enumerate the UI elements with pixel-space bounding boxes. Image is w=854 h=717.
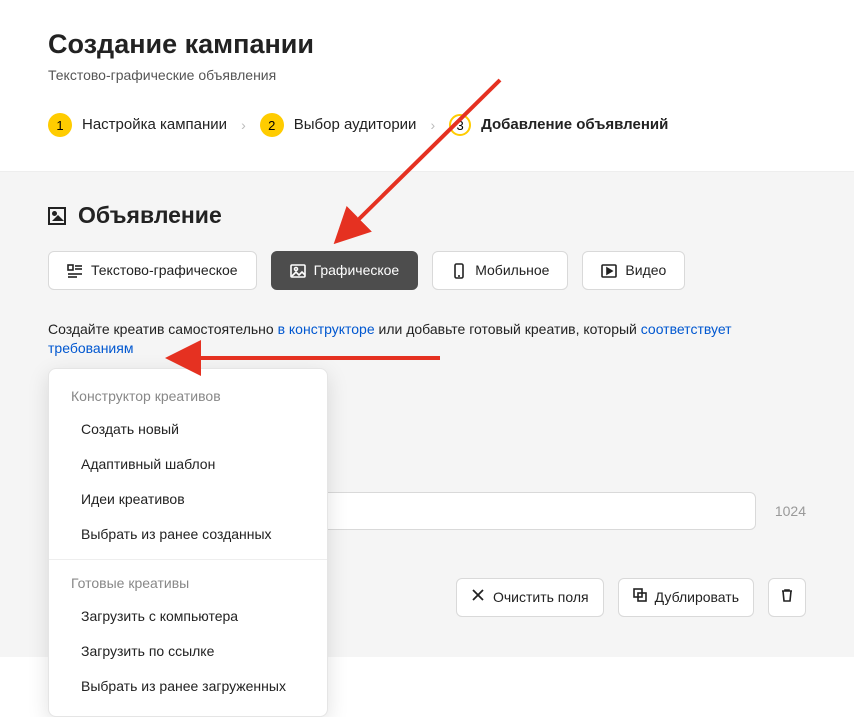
menu-item-create-new[interactable]: Создать новый	[49, 412, 327, 447]
menu-item-ideas[interactable]: Идеи креативов	[49, 482, 327, 517]
page-title: Создание кампании	[48, 26, 806, 62]
menu-item-adaptive-template[interactable]: Адаптивный шаблон	[49, 447, 327, 482]
page-subtitle: Текстово-графические объявления	[48, 66, 806, 85]
tab-label: Мобильное	[475, 261, 549, 280]
duplicate-button[interactable]: Дублировать	[618, 578, 754, 617]
helper-text-part: Создайте креатив самостоятельно	[48, 321, 278, 337]
helper-text: Создайте креатив самостоятельно в констр…	[48, 320, 806, 358]
tab-graphic[interactable]: Графическое	[271, 251, 419, 290]
add-dropdown-menu: Конструктор креативов Создать новый Адап…	[48, 368, 328, 717]
tab-label: Графическое	[314, 261, 400, 280]
step-label: Добавление объявлений	[481, 115, 668, 135]
tab-label: Видео	[625, 261, 666, 280]
ad-type-tabs: Текстово-графическое Графическое Мобильн…	[48, 251, 806, 290]
chevron-right-icon: ›	[430, 116, 435, 135]
picture-icon	[290, 263, 306, 279]
image-icon	[48, 207, 66, 225]
menu-divider	[49, 559, 327, 560]
list-icon	[67, 263, 83, 279]
tab-text-graphic[interactable]: Текстово-графическое	[48, 251, 257, 290]
trash-icon	[780, 588, 794, 607]
step-label: Выбор аудитории	[294, 115, 417, 135]
step-number: 3	[449, 114, 471, 136]
menu-item-upload-url[interactable]: Загрузить по ссылке	[49, 634, 327, 669]
play-icon	[601, 263, 617, 279]
step-number: 2	[260, 113, 284, 137]
step-3[interactable]: 3 Добавление объявлений	[449, 114, 668, 136]
helper-link-constructor[interactable]: в конструкторе	[278, 321, 375, 337]
tab-video[interactable]: Видео	[582, 251, 685, 290]
stepper: 1 Настройка кампании › 2 Выбор аудитории…	[48, 113, 806, 137]
char-counter: 1024	[775, 502, 806, 521]
tab-mobile[interactable]: Мобильное	[432, 251, 568, 290]
copy-icon	[633, 588, 647, 607]
menu-group-title: Готовые креативы	[49, 568, 327, 599]
menu-item-from-created[interactable]: Выбрать из ранее созданных	[49, 517, 327, 552]
menu-item-from-uploaded[interactable]: Выбрать из ранее загруженных	[49, 669, 327, 704]
phone-icon	[451, 263, 467, 279]
menu-item-upload-computer[interactable]: Загрузить с компьютера	[49, 599, 327, 634]
menu-group-title: Конструктор креативов	[49, 381, 327, 412]
step-label: Настройка кампании	[82, 115, 227, 135]
chevron-right-icon: ›	[241, 116, 246, 135]
helper-text-part: или добавьте готовый креатив, который	[375, 321, 641, 337]
clear-fields-button[interactable]: Очистить поля	[456, 578, 604, 617]
button-label: Очистить поля	[493, 588, 589, 607]
step-2[interactable]: 2 Выбор аудитории	[260, 113, 417, 137]
delete-button[interactable]	[768, 578, 806, 617]
step-number: 1	[48, 113, 72, 137]
section-title: Объявление	[78, 200, 222, 231]
tab-label: Текстово-графическое	[91, 261, 238, 280]
button-label: Дублировать	[655, 588, 739, 607]
step-1[interactable]: 1 Настройка кампании	[48, 113, 227, 137]
close-icon	[471, 588, 485, 607]
